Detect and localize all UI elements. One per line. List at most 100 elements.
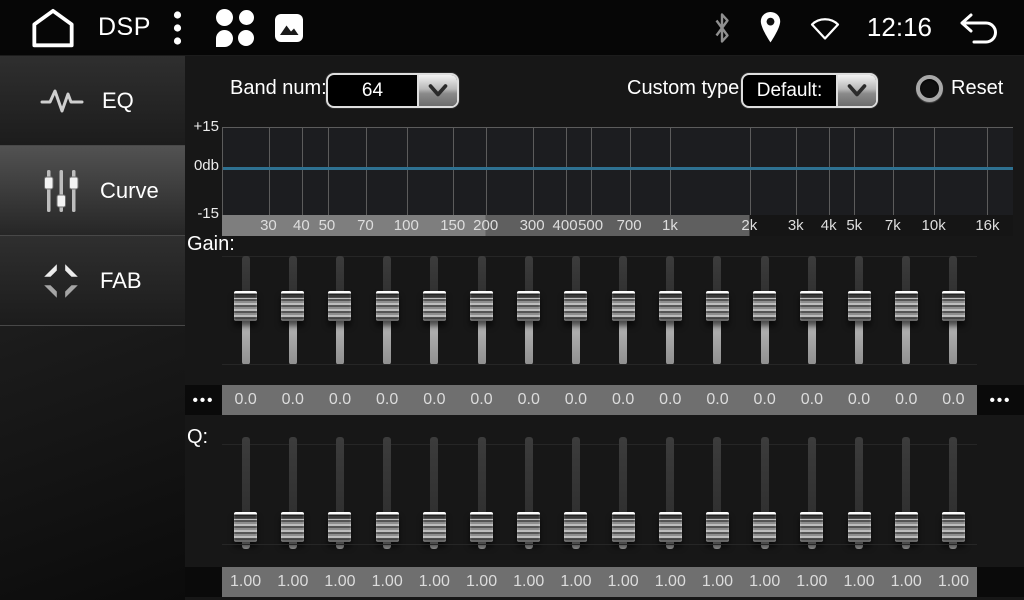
chevron-down-icon <box>836 75 876 106</box>
gain-slider[interactable] <box>694 247 741 385</box>
q-slider[interactable] <box>364 435 411 565</box>
q-more-right-box[interactable] <box>977 567 1024 597</box>
sliders-icon <box>40 168 82 214</box>
slider-thumb[interactable] <box>470 512 493 542</box>
q-value: 1.00 <box>222 567 269 597</box>
gain-value: 0.0 <box>883 385 930 415</box>
slider-thumb[interactable] <box>942 291 965 321</box>
gain-slider[interactable] <box>835 247 882 385</box>
dsp-app: DSP 12:16 <box>0 0 1024 600</box>
gain-values-row: ••• 0.00.00.00.00.00.00.00.00.00.00.00.0… <box>185 385 1024 415</box>
slider-thumb[interactable] <box>376 291 399 321</box>
q-slider[interactable] <box>741 435 788 565</box>
band-num-select[interactable]: 64 <box>326 73 459 108</box>
slider-thumb[interactable] <box>234 512 257 542</box>
slider-thumb[interactable] <box>328 291 351 321</box>
apps-clover-icon[interactable] <box>216 9 254 47</box>
gain-value: 0.0 <box>269 385 316 415</box>
sidebar: EQ Curve <box>0 56 185 600</box>
slider-thumb[interactable] <box>612 291 635 321</box>
slider-thumb[interactable] <box>612 512 635 542</box>
freq-gridline <box>407 128 408 215</box>
gain-slider-bank <box>222 247 977 385</box>
slider-thumb[interactable] <box>564 512 587 542</box>
q-label: Q: <box>187 426 208 449</box>
q-more-left-box[interactable] <box>185 567 222 597</box>
freq-gridline <box>453 128 454 215</box>
slider-thumb[interactable] <box>234 291 257 321</box>
q-slider[interactable] <box>222 435 269 565</box>
slider-thumb[interactable] <box>281 291 304 321</box>
q-value: 1.00 <box>458 567 505 597</box>
slider-thumb[interactable] <box>848 291 871 321</box>
custom-type-select[interactable]: Default: <box>741 73 878 108</box>
slider-thumb[interactable] <box>517 512 540 542</box>
gain-slider[interactable] <box>222 247 269 385</box>
freq-gridline <box>328 128 329 215</box>
gain-slider[interactable] <box>364 247 411 385</box>
q-slider[interactable] <box>505 435 552 565</box>
q-slider[interactable] <box>694 435 741 565</box>
q-slider[interactable] <box>930 435 977 565</box>
gain-slider[interactable] <box>788 247 835 385</box>
q-slider[interactable] <box>647 435 694 565</box>
q-slider[interactable] <box>269 435 316 565</box>
slider-thumb[interactable] <box>517 291 540 321</box>
slider-thumb[interactable] <box>753 512 776 542</box>
gain-slider[interactable] <box>269 247 316 385</box>
slider-thumb[interactable] <box>281 512 304 542</box>
sidebar-item-fab[interactable]: FAB <box>0 236 185 326</box>
custom-type-value: Default: <box>743 75 836 106</box>
gain-slider[interactable] <box>316 247 363 385</box>
slider-thumb[interactable] <box>895 512 918 542</box>
q-slider[interactable] <box>411 435 458 565</box>
slider-thumb[interactable] <box>423 291 446 321</box>
sidebar-item-curve[interactable]: Curve <box>0 146 185 236</box>
gallery-icon[interactable] <box>274 13 304 43</box>
slider-thumb[interactable] <box>470 291 493 321</box>
q-slider[interactable] <box>835 435 882 565</box>
waveform-icon <box>40 83 84 119</box>
freq-gridline <box>630 128 631 215</box>
gain-slider[interactable] <box>552 247 599 385</box>
gain-more-right-button[interactable]: ••• <box>977 385 1024 415</box>
slider-thumb[interactable] <box>800 512 823 542</box>
q-slider[interactable] <box>600 435 647 565</box>
slider-thumb[interactable] <box>848 512 871 542</box>
gain-slider[interactable] <box>930 247 977 385</box>
slider-thumb[interactable] <box>706 512 729 542</box>
gain-slider[interactable] <box>600 247 647 385</box>
gain-slider[interactable] <box>505 247 552 385</box>
bluetooth-icon <box>712 11 732 45</box>
q-slider[interactable] <box>316 435 363 565</box>
slider-thumb[interactable] <box>564 291 587 321</box>
menu-dots-icon[interactable] <box>173 10 182 46</box>
q-slider[interactable] <box>552 435 599 565</box>
slider-thumb[interactable] <box>942 512 965 542</box>
gain-slider[interactable] <box>741 247 788 385</box>
q-slider[interactable] <box>458 435 505 565</box>
home-icon[interactable] <box>30 8 76 48</box>
slider-thumb[interactable] <box>659 291 682 321</box>
slider-thumb[interactable] <box>328 512 351 542</box>
sidebar-item-label: Curve <box>100 178 159 204</box>
slider-thumb[interactable] <box>659 512 682 542</box>
slider-thumb[interactable] <box>895 291 918 321</box>
reset-radio[interactable] <box>916 75 943 102</box>
slider-thumb[interactable] <box>423 512 446 542</box>
slider-thumb[interactable] <box>376 512 399 542</box>
sidebar-item-eq[interactable]: EQ <box>0 56 185 146</box>
gain-slider[interactable] <box>411 247 458 385</box>
freq-tick-label: 700 <box>617 215 642 236</box>
gain-more-left-button[interactable]: ••• <box>185 385 222 415</box>
gain-slider[interactable] <box>458 247 505 385</box>
slider-thumb[interactable] <box>753 291 776 321</box>
gain-slider[interactable] <box>883 247 930 385</box>
gain-slider[interactable] <box>647 247 694 385</box>
slider-thumb[interactable] <box>706 291 729 321</box>
back-icon[interactable] <box>958 12 1002 44</box>
freq-gridline <box>366 128 367 215</box>
q-slider[interactable] <box>883 435 930 565</box>
q-slider[interactable] <box>788 435 835 565</box>
slider-thumb[interactable] <box>800 291 823 321</box>
